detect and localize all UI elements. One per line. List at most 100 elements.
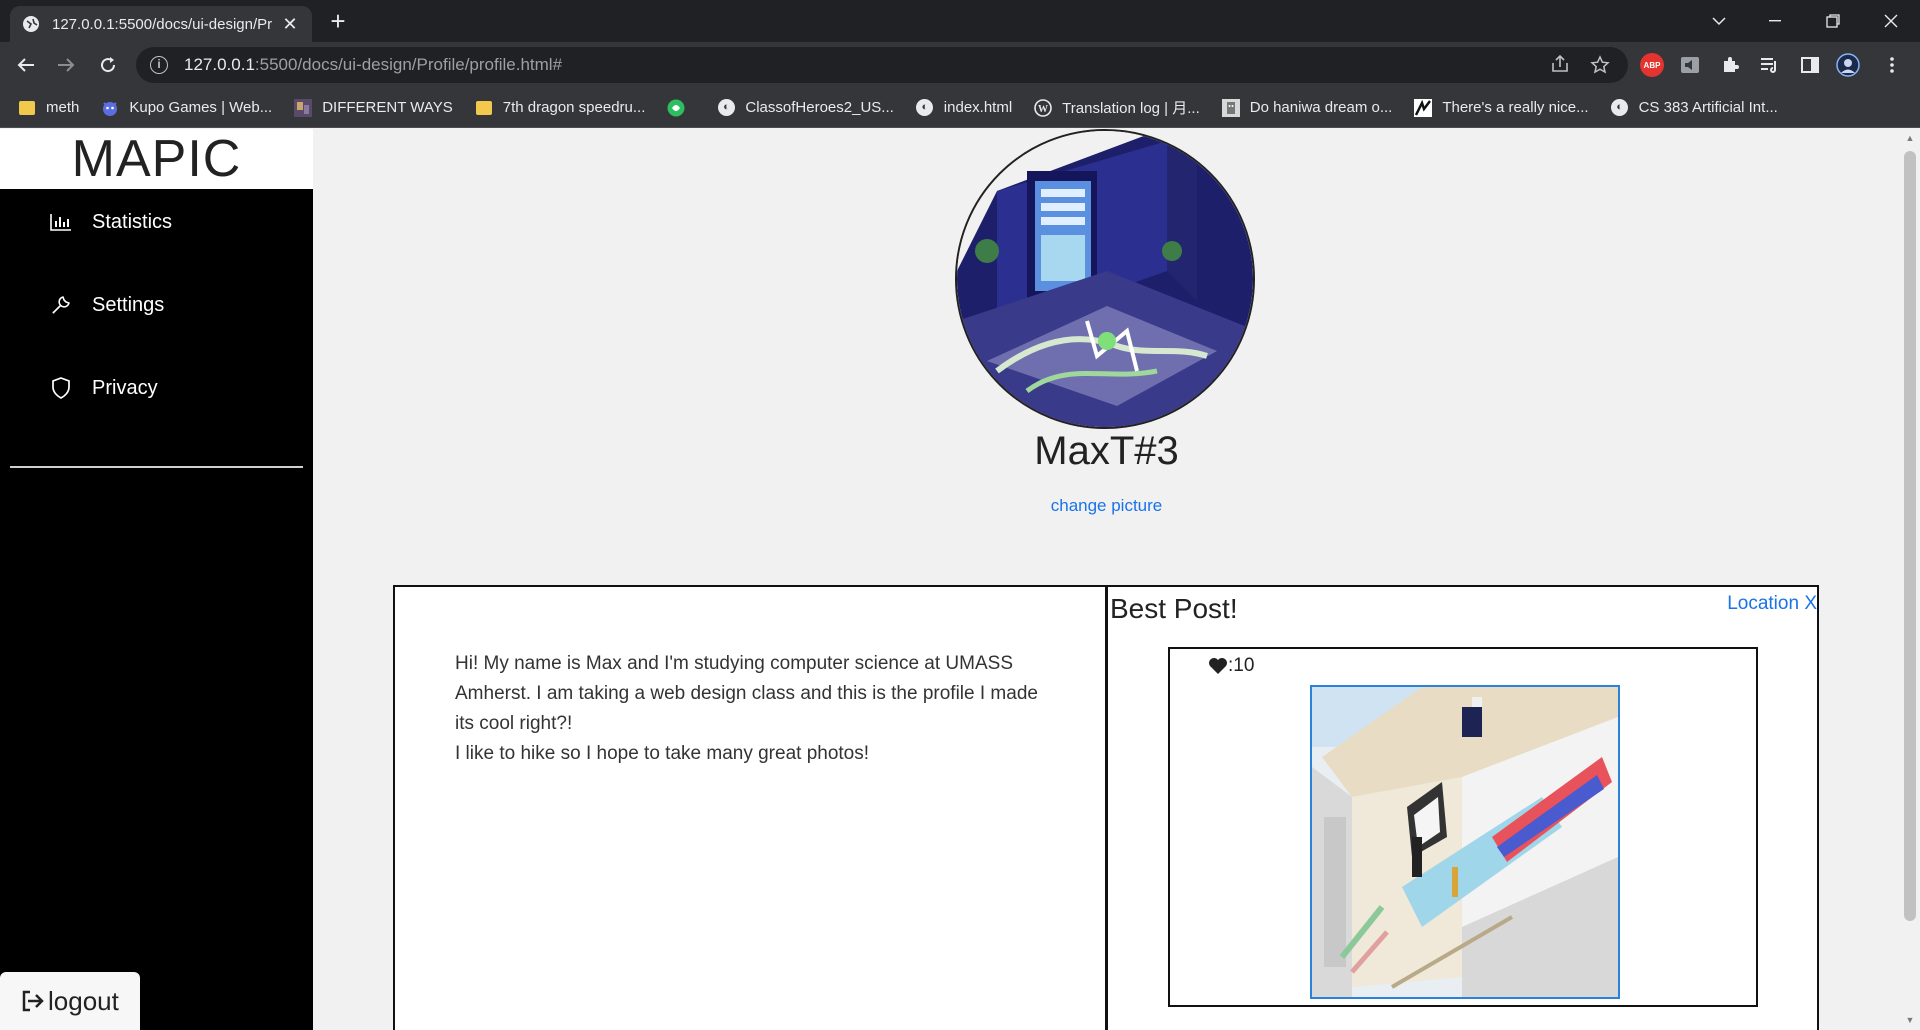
sidebar: MAPIC Statistics Settings Privacy logout [0, 129, 313, 1030]
sidebar-item-label: Statistics [92, 210, 173, 233]
kupo-icon [101, 99, 119, 117]
volume-extension-icon[interactable] [1678, 53, 1702, 77]
bio-paragraph: Hi! My name is Max and I'm studying comp… [455, 653, 1038, 734]
bookmark-label: Kupo Games | Web... [129, 99, 273, 116]
bar-chart-icon [48, 209, 74, 235]
logout-icon [20, 989, 46, 1013]
new-tab-icon[interactable]: + [324, 8, 352, 36]
bookmark-star-icon[interactable] [1590, 55, 1610, 80]
bookmark-meth[interactable]: meth [18, 99, 79, 117]
restore-icon[interactable] [1806, 0, 1860, 42]
minimize-icon[interactable] [1748, 0, 1802, 42]
brand-logo: MAPIC [71, 130, 242, 188]
green-globe-icon [667, 99, 685, 117]
url-path: :5500/docs/ui-design/Profile/profile.htm… [254, 55, 563, 74]
brand-header: MAPIC [0, 129, 313, 189]
wrench-icon [48, 292, 74, 318]
bookmark-label: CS 383 Artificial Int... [1638, 99, 1778, 116]
site-info-icon[interactable]: i [150, 56, 168, 74]
svg-text:W: W [1038, 104, 1048, 115]
post-frame: :10 [1168, 647, 1758, 1007]
bookmark-green[interactable] [667, 99, 695, 117]
bookmark-label: There's a really nice... [1442, 99, 1589, 116]
shield-icon [48, 375, 74, 401]
pixel-room-image [957, 131, 1253, 427]
bookmark-label: ClassofHeroes2_US... [745, 99, 894, 116]
sidebar-divider [10, 466, 303, 468]
best-post-title: Best Post! [1110, 593, 1238, 624]
heart-icon [1208, 657, 1228, 675]
bookmark-different-ways[interactable]: DIFFERENT WAYS [294, 98, 453, 117]
page-viewport: MAPIC Statistics Settings Privacy logout… [0, 129, 1920, 1030]
bookmark-label: Translation log | 月... [1062, 100, 1200, 117]
likes-count[interactable]: :10 [1208, 655, 1254, 677]
bookmark-haniwa[interactable]: Do haniwa dream o... [1221, 98, 1393, 117]
menu-kebab-icon[interactable] [1880, 53, 1904, 77]
globe-icon: ◐ [717, 99, 735, 117]
folder-icon [18, 99, 36, 117]
browser-toolbar: i 127.0.0.1:5500/docs/ui-design/Profile/… [0, 42, 1920, 88]
logout-button[interactable]: logout [0, 972, 140, 1030]
browser-tab[interactable]: 127.0.0.1:5500/docs/ui-design/Pr ✕ [10, 6, 312, 42]
wordpress-icon: W [1034, 98, 1052, 117]
bookmark-label: index.html [943, 99, 1013, 116]
bookmark-index[interactable]: ◐ index.html [916, 99, 1012, 117]
profile-username: MaxT#3 [1034, 429, 1179, 473]
url-host: 127.0.0.1 [184, 55, 255, 74]
scroll-up-icon[interactable]: ▲ [1904, 133, 1916, 143]
profile-main: MaxT#3 change picture Hi! My name is Max… [313, 129, 1900, 1030]
media-queue-icon[interactable] [1758, 53, 1782, 77]
sidebar-item-privacy[interactable]: Privacy [48, 375, 158, 401]
image-icon [294, 98, 313, 117]
change-picture-link[interactable]: change picture [313, 496, 1900, 516]
globe-icon: ◐ [916, 99, 934, 117]
bookmarks-bar: meth Kupo Games | Web... DIFFERENT WAYS … [0, 88, 1920, 128]
scroll-down-icon[interactable]: ▼ [1904, 1015, 1916, 1025]
sidebar-item-settings[interactable]: Settings [48, 292, 164, 318]
page-scrollbar[interactable]: ▲ ▼ [1900, 129, 1920, 1030]
scroll-thumb[interactable] [1904, 151, 1916, 921]
address-bar[interactable]: i 127.0.0.1:5500/docs/ui-design/Profile/… [136, 47, 1628, 83]
bookmark-label: 7th dragon speedru... [502, 99, 646, 116]
adblock-extension-icon[interactable]: ABP [1640, 53, 1664, 77]
bookmark-label: DIFFERENT WAYS [322, 99, 453, 116]
bookmark-label: meth [46, 99, 80, 116]
share-icon[interactable] [1550, 54, 1570, 78]
tab-bar: 127.0.0.1:5500/docs/ui-design/Pr ✕ + [0, 0, 1920, 42]
bookmark-classofheroes[interactable]: ◐ ClassofHeroes2_US... [717, 99, 894, 117]
bio-text: Hi! My name is Max and I'm studying comp… [455, 649, 1055, 769]
image-icon [1221, 98, 1240, 117]
sidebar-item-statistics[interactable]: Statistics [48, 209, 172, 235]
reload-icon[interactable] [92, 49, 124, 81]
tab-search-icon[interactable] [1692, 0, 1746, 42]
side-panel-icon[interactable] [1798, 53, 1822, 77]
folder-icon [475, 99, 493, 117]
bookmark-really-nice[interactable]: There's a really nice... [1414, 98, 1589, 117]
bookmark-cs383[interactable]: ◐ CS 383 Artificial Int... [1611, 99, 1778, 117]
profile-avatar-icon[interactable] [1836, 53, 1860, 77]
globe-icon [22, 15, 40, 33]
post-image[interactable] [1310, 685, 1620, 999]
location-link[interactable]: Location X [1727, 593, 1817, 615]
back-icon[interactable] [10, 49, 42, 81]
bookmark-7th-dragon[interactable]: 7th dragon speedru... [475, 99, 646, 117]
sidebar-item-label: Privacy [92, 376, 158, 399]
best-post-card: Best Post! Location X :10 [1108, 585, 1819, 1030]
bookmark-translation-log[interactable]: W Translation log | 月... [1034, 97, 1200, 118]
close-window-icon[interactable] [1864, 0, 1918, 42]
tab-title: 127.0.0.1:5500/docs/ui-design/Pr [52, 15, 272, 33]
likes-value: :10 [1228, 655, 1255, 676]
bio-card: Hi! My name is Max and I'm studying comp… [393, 585, 1105, 1030]
bookmark-label: Do haniwa dream o... [1249, 99, 1393, 116]
logout-label: logout [48, 985, 119, 1016]
image-icon [1414, 98, 1433, 117]
close-tab-icon[interactable]: ✕ [280, 14, 300, 35]
bio-paragraph: I like to hike so I hope to take many gr… [455, 743, 870, 764]
bookmark-kupo-games[interactable]: Kupo Games | Web... [101, 99, 272, 117]
profile-avatar [955, 129, 1255, 429]
sidebar-item-label: Settings [92, 293, 165, 316]
extensions-puzzle-icon[interactable] [1718, 53, 1742, 77]
forward-icon[interactable] [50, 49, 82, 81]
pixel-train-image [1312, 687, 1618, 997]
globe-icon: ◐ [1611, 99, 1629, 117]
